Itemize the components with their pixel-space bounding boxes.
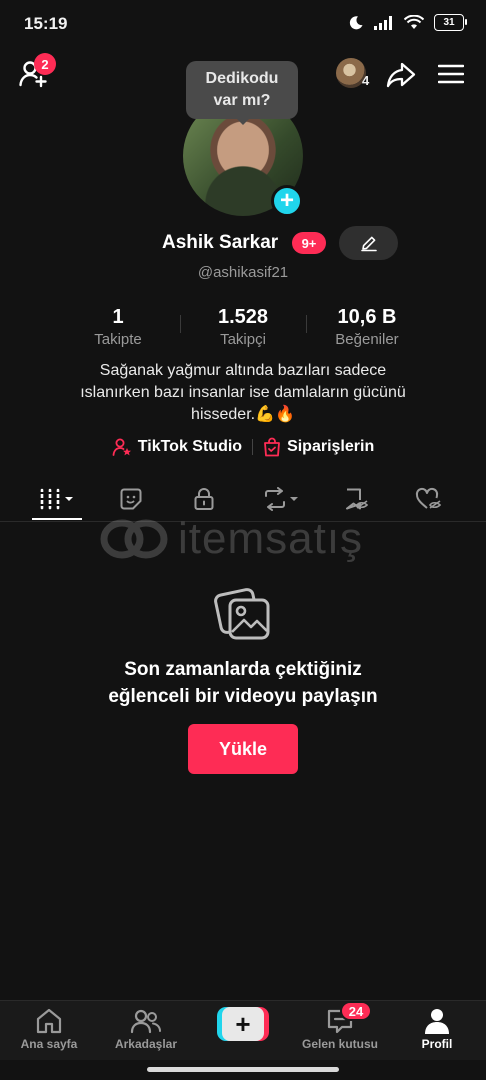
- signal-icon: [374, 15, 394, 30]
- nav-home-label: Ana sayfa: [20, 1037, 78, 1051]
- do-not-disturb-icon: [348, 15, 364, 31]
- nav-friends-label: Arkadaşlar: [114, 1037, 178, 1051]
- inbox-badge: 24: [340, 1001, 372, 1021]
- watermark-text: itemsatış: [178, 514, 364, 563]
- nav-inbox-label: Gelen kutusu: [301, 1037, 378, 1051]
- stat-label: Takipte: [94, 331, 142, 348]
- watermark: itemsatış: [100, 514, 390, 564]
- gossip-tooltip[interactable]: Dedikodu var mı?: [186, 61, 298, 125]
- heart-hidden-icon: [415, 487, 442, 509]
- friend-requests-badge: 2: [34, 53, 56, 75]
- watermark-logo-icon: [100, 519, 168, 559]
- plus-icon: +: [279, 187, 294, 214]
- repost-icon: [265, 486, 298, 511]
- bio-line: ıslanırken bazı insanlar ise damlaların …: [80, 384, 406, 401]
- tab-liked[interactable]: [399, 476, 459, 521]
- empty-line: eğlenceli bir videoyu paylaşın: [108, 686, 378, 707]
- notification-badge[interactable]: 9+: [292, 232, 326, 254]
- pencil-icon: [360, 236, 377, 252]
- stat-following[interactable]: 1 Takipte: [58, 306, 178, 348]
- lock-icon: [194, 487, 214, 510]
- stat-divider: [180, 315, 181, 333]
- stat-value: 10,6 B: [337, 306, 397, 328]
- hamburger-menu-icon: [438, 64, 464, 84]
- orders-link[interactable]: Siparişlerin: [263, 437, 374, 457]
- orders-label: Siparişlerin: [287, 438, 375, 455]
- empty-state-message: Son zamanlarda çektiğiniz eğlenceli bir …: [0, 656, 486, 710]
- menu-button[interactable]: [438, 62, 464, 86]
- active-tab-indicator: [32, 518, 82, 520]
- bio-line: hisseder.💪🔥: [191, 406, 295, 423]
- share-icon: [386, 62, 416, 88]
- stat-value: 1: [112, 306, 124, 328]
- bottom-navigation: Ana sayfa Arkadaşlar + Gelen kutusu Prof…: [0, 1000, 486, 1060]
- status-bar: 15:19 31: [0, 0, 486, 48]
- status-icons: 31: [348, 14, 467, 31]
- profile-visitors-button[interactable]: 4: [336, 58, 376, 90]
- profile-icon: [425, 1009, 449, 1034]
- profile-bio[interactable]: Sağanak yağmur altında bazıları sadece ı…: [40, 360, 446, 426]
- edit-profile-button[interactable]: [339, 226, 398, 260]
- home-indicator[interactable]: [147, 1067, 339, 1072]
- videos-grid-icon: [38, 488, 73, 509]
- share-profile-button[interactable]: [386, 60, 416, 90]
- sticker-icon: [120, 488, 142, 509]
- empty-line: Son zamanlarda çektiğiniz: [124, 659, 362, 680]
- stat-value: 1.528: [217, 306, 269, 328]
- username: @ashikasif21: [197, 264, 289, 281]
- stat-followers[interactable]: 1.528 Takipçi: [183, 306, 303, 348]
- profile-links: TikTok Studio Siparişlerin: [0, 437, 486, 457]
- home-icon: [36, 1008, 62, 1034]
- nav-profile-label: Profil: [421, 1037, 453, 1051]
- wifi-icon: [404, 15, 424, 30]
- display-name: Ashik Sarkar: [162, 232, 279, 253]
- photos-icon: [214, 586, 272, 642]
- tiktok-studio-label: TikTok Studio: [137, 438, 243, 455]
- nav-profile[interactable]: Profil: [389, 1007, 485, 1051]
- links-divider: [252, 439, 254, 455]
- battery-icon: 31: [434, 14, 467, 31]
- visitor-count: 4: [362, 73, 370, 88]
- shopping-bag-icon: [264, 437, 280, 457]
- add-story-button[interactable]: +: [271, 185, 303, 217]
- stat-likes[interactable]: 10,6 B Beğeniler: [307, 306, 427, 348]
- bio-line: Sağanak yağmur altında bazıları sadece: [99, 362, 387, 379]
- add-friend-button[interactable]: 2: [18, 53, 56, 92]
- bookmark-hidden-icon: [346, 488, 369, 509]
- tiktok-studio-link[interactable]: TikTok Studio: [112, 437, 242, 457]
- create-video-button[interactable]: +: [217, 1007, 269, 1041]
- friends-icon: [130, 1009, 161, 1034]
- nav-home[interactable]: Ana sayfa: [1, 1007, 97, 1051]
- stat-label: Beğeniler: [335, 331, 399, 348]
- upload-button[interactable]: Yükle: [188, 724, 298, 774]
- tooltip-line1: Dedikodu: [205, 70, 279, 87]
- stat-label: Takipçi: [220, 331, 266, 348]
- nav-friends[interactable]: Arkadaşlar: [98, 1007, 194, 1051]
- tab-videos[interactable]: [27, 476, 87, 521]
- tooltip-line2: var mı?: [213, 92, 271, 109]
- plus-icon: +: [222, 1007, 264, 1041]
- creator-star-icon: [112, 438, 131, 456]
- status-time: 15:19: [24, 14, 68, 33]
